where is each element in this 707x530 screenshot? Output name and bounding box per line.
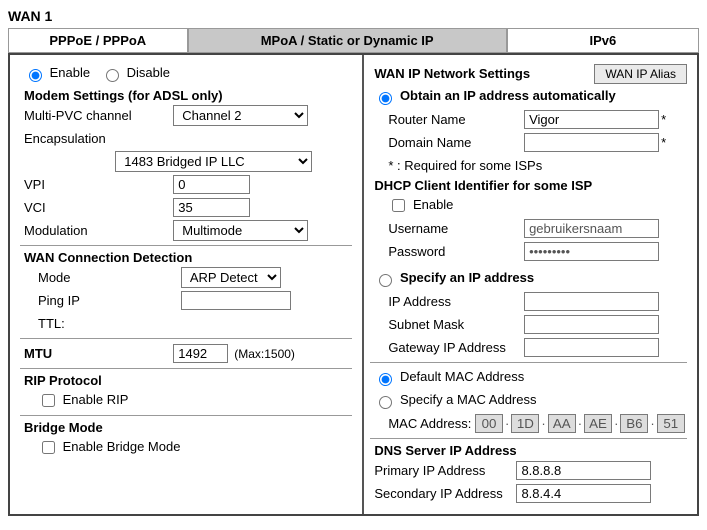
gateway-input[interactable]	[524, 338, 659, 357]
multi-pvc-label: Multi-PVC channel	[24, 108, 173, 123]
mtu-note: (Max:1500)	[234, 347, 295, 361]
auto-ip-radio-label[interactable]: Obtain an IP address automatically	[374, 88, 615, 105]
encap-select[interactable]: 1483 Bridged IP LLC	[115, 151, 312, 172]
password-label: Password	[388, 244, 524, 259]
main-panel: Enable Disable Modem Settings (for ADSL …	[8, 53, 699, 516]
mode-label: Mode	[38, 270, 181, 285]
mac-spec-radio[interactable]	[379, 396, 392, 409]
page-title: WAN 1	[8, 8, 699, 28]
spec-ip-radio[interactable]	[379, 274, 392, 287]
vpi-label: VPI	[24, 177, 173, 192]
tab-mpoa[interactable]: MPoA / Static or Dynamic IP	[188, 28, 507, 53]
password-input	[524, 242, 659, 261]
pri-ip-label: Primary IP Address	[374, 463, 516, 478]
domain-name-input[interactable]	[524, 133, 659, 152]
asterisk-icon: *	[661, 135, 666, 150]
encap-label: Encapsulation	[24, 131, 106, 146]
gateway-label: Gateway IP Address	[388, 340, 524, 355]
sec-ip-label: Secondary IP Address	[374, 486, 516, 501]
asterisk-icon: *	[661, 112, 666, 127]
wcd-heading: WAN Connection Detection	[24, 250, 352, 265]
pri-ip-input[interactable]	[516, 461, 651, 480]
tab-bar: PPPoE / PPPoA MPoA / Static or Dynamic I…	[8, 28, 699, 53]
enable-radio[interactable]	[29, 69, 42, 82]
mac-default-radio[interactable]	[379, 373, 392, 386]
dns-heading: DNS Server IP Address	[374, 443, 687, 458]
multi-pvc-select[interactable]: Channel 2	[173, 105, 308, 126]
auto-ip-radio[interactable]	[379, 92, 392, 105]
req-note: * : Required for some ISPs	[388, 158, 542, 173]
right-column: WAN IP Network Settings WAN IP Alias Obt…	[364, 55, 697, 514]
pingip-input	[181, 291, 291, 310]
dhcp-enable-check[interactable]	[392, 199, 405, 212]
mac-oct-1	[511, 414, 539, 433]
bridge-enable-label[interactable]: Enable Bridge Mode	[38, 438, 180, 457]
modem-heading: Modem Settings (for ADSL only)	[24, 88, 352, 103]
mtu-input[interactable]	[173, 344, 228, 363]
net-heading: WAN IP Network Settings	[374, 66, 530, 81]
spec-ip-radio-label[interactable]: Specify an IP address	[374, 270, 534, 287]
pingip-label: Ping IP	[38, 293, 181, 308]
left-column: Enable Disable Modem Settings (for ADSL …	[10, 55, 364, 514]
wan-ip-alias-button[interactable]: WAN IP Alias	[594, 64, 687, 84]
domain-name-label: Domain Name	[388, 135, 524, 150]
disable-radio[interactable]	[106, 69, 119, 82]
tab-pppoe[interactable]: PPPoE / PPPoA	[8, 28, 188, 53]
mac-label: MAC Address:	[388, 416, 471, 431]
username-input	[524, 219, 659, 238]
router-name-label: Router Name	[388, 112, 524, 127]
mac-oct-0	[475, 414, 503, 433]
subnet-label: Subnet Mask	[388, 317, 524, 332]
enable-radio-label[interactable]: Enable	[24, 65, 90, 82]
rip-heading: RIP Protocol	[24, 373, 352, 388]
tab-ipv6[interactable]: IPv6	[507, 28, 699, 53]
bridge-enable-check[interactable]	[42, 441, 55, 454]
vpi-input[interactable]	[173, 175, 250, 194]
mtu-label: MTU	[24, 346, 173, 361]
ipaddr-label: IP Address	[388, 294, 524, 309]
bridge-heading: Bridge Mode	[24, 420, 352, 435]
mac-oct-3	[584, 414, 612, 433]
rip-enable-label[interactable]: Enable RIP	[38, 391, 128, 410]
modulation-select[interactable]: Multimode	[173, 220, 308, 241]
vci-label: VCI	[24, 200, 173, 215]
sec-ip-input[interactable]	[516, 484, 651, 503]
ttl-label: TTL:	[38, 316, 181, 331]
mac-default-radio-label[interactable]: Default MAC Address	[374, 369, 524, 386]
rip-enable-check[interactable]	[42, 394, 55, 407]
dhcp-enable-label[interactable]: Enable	[388, 196, 453, 215]
dhcp-heading: DHCP Client Identifier for some ISP	[374, 178, 687, 193]
vci-input[interactable]	[173, 198, 250, 217]
router-name-input[interactable]	[524, 110, 659, 129]
mac-oct-2	[548, 414, 576, 433]
ipaddr-input[interactable]	[524, 292, 659, 311]
username-label: Username	[388, 221, 524, 236]
mode-select[interactable]: ARP Detect	[181, 267, 281, 288]
subnet-input[interactable]	[524, 315, 659, 334]
mac-oct-5	[657, 414, 685, 433]
modulation-label: Modulation	[24, 223, 173, 238]
mac-oct-4	[620, 414, 648, 433]
disable-radio-label[interactable]: Disable	[101, 65, 170, 82]
mac-spec-radio-label[interactable]: Specify a MAC Address	[374, 392, 536, 409]
